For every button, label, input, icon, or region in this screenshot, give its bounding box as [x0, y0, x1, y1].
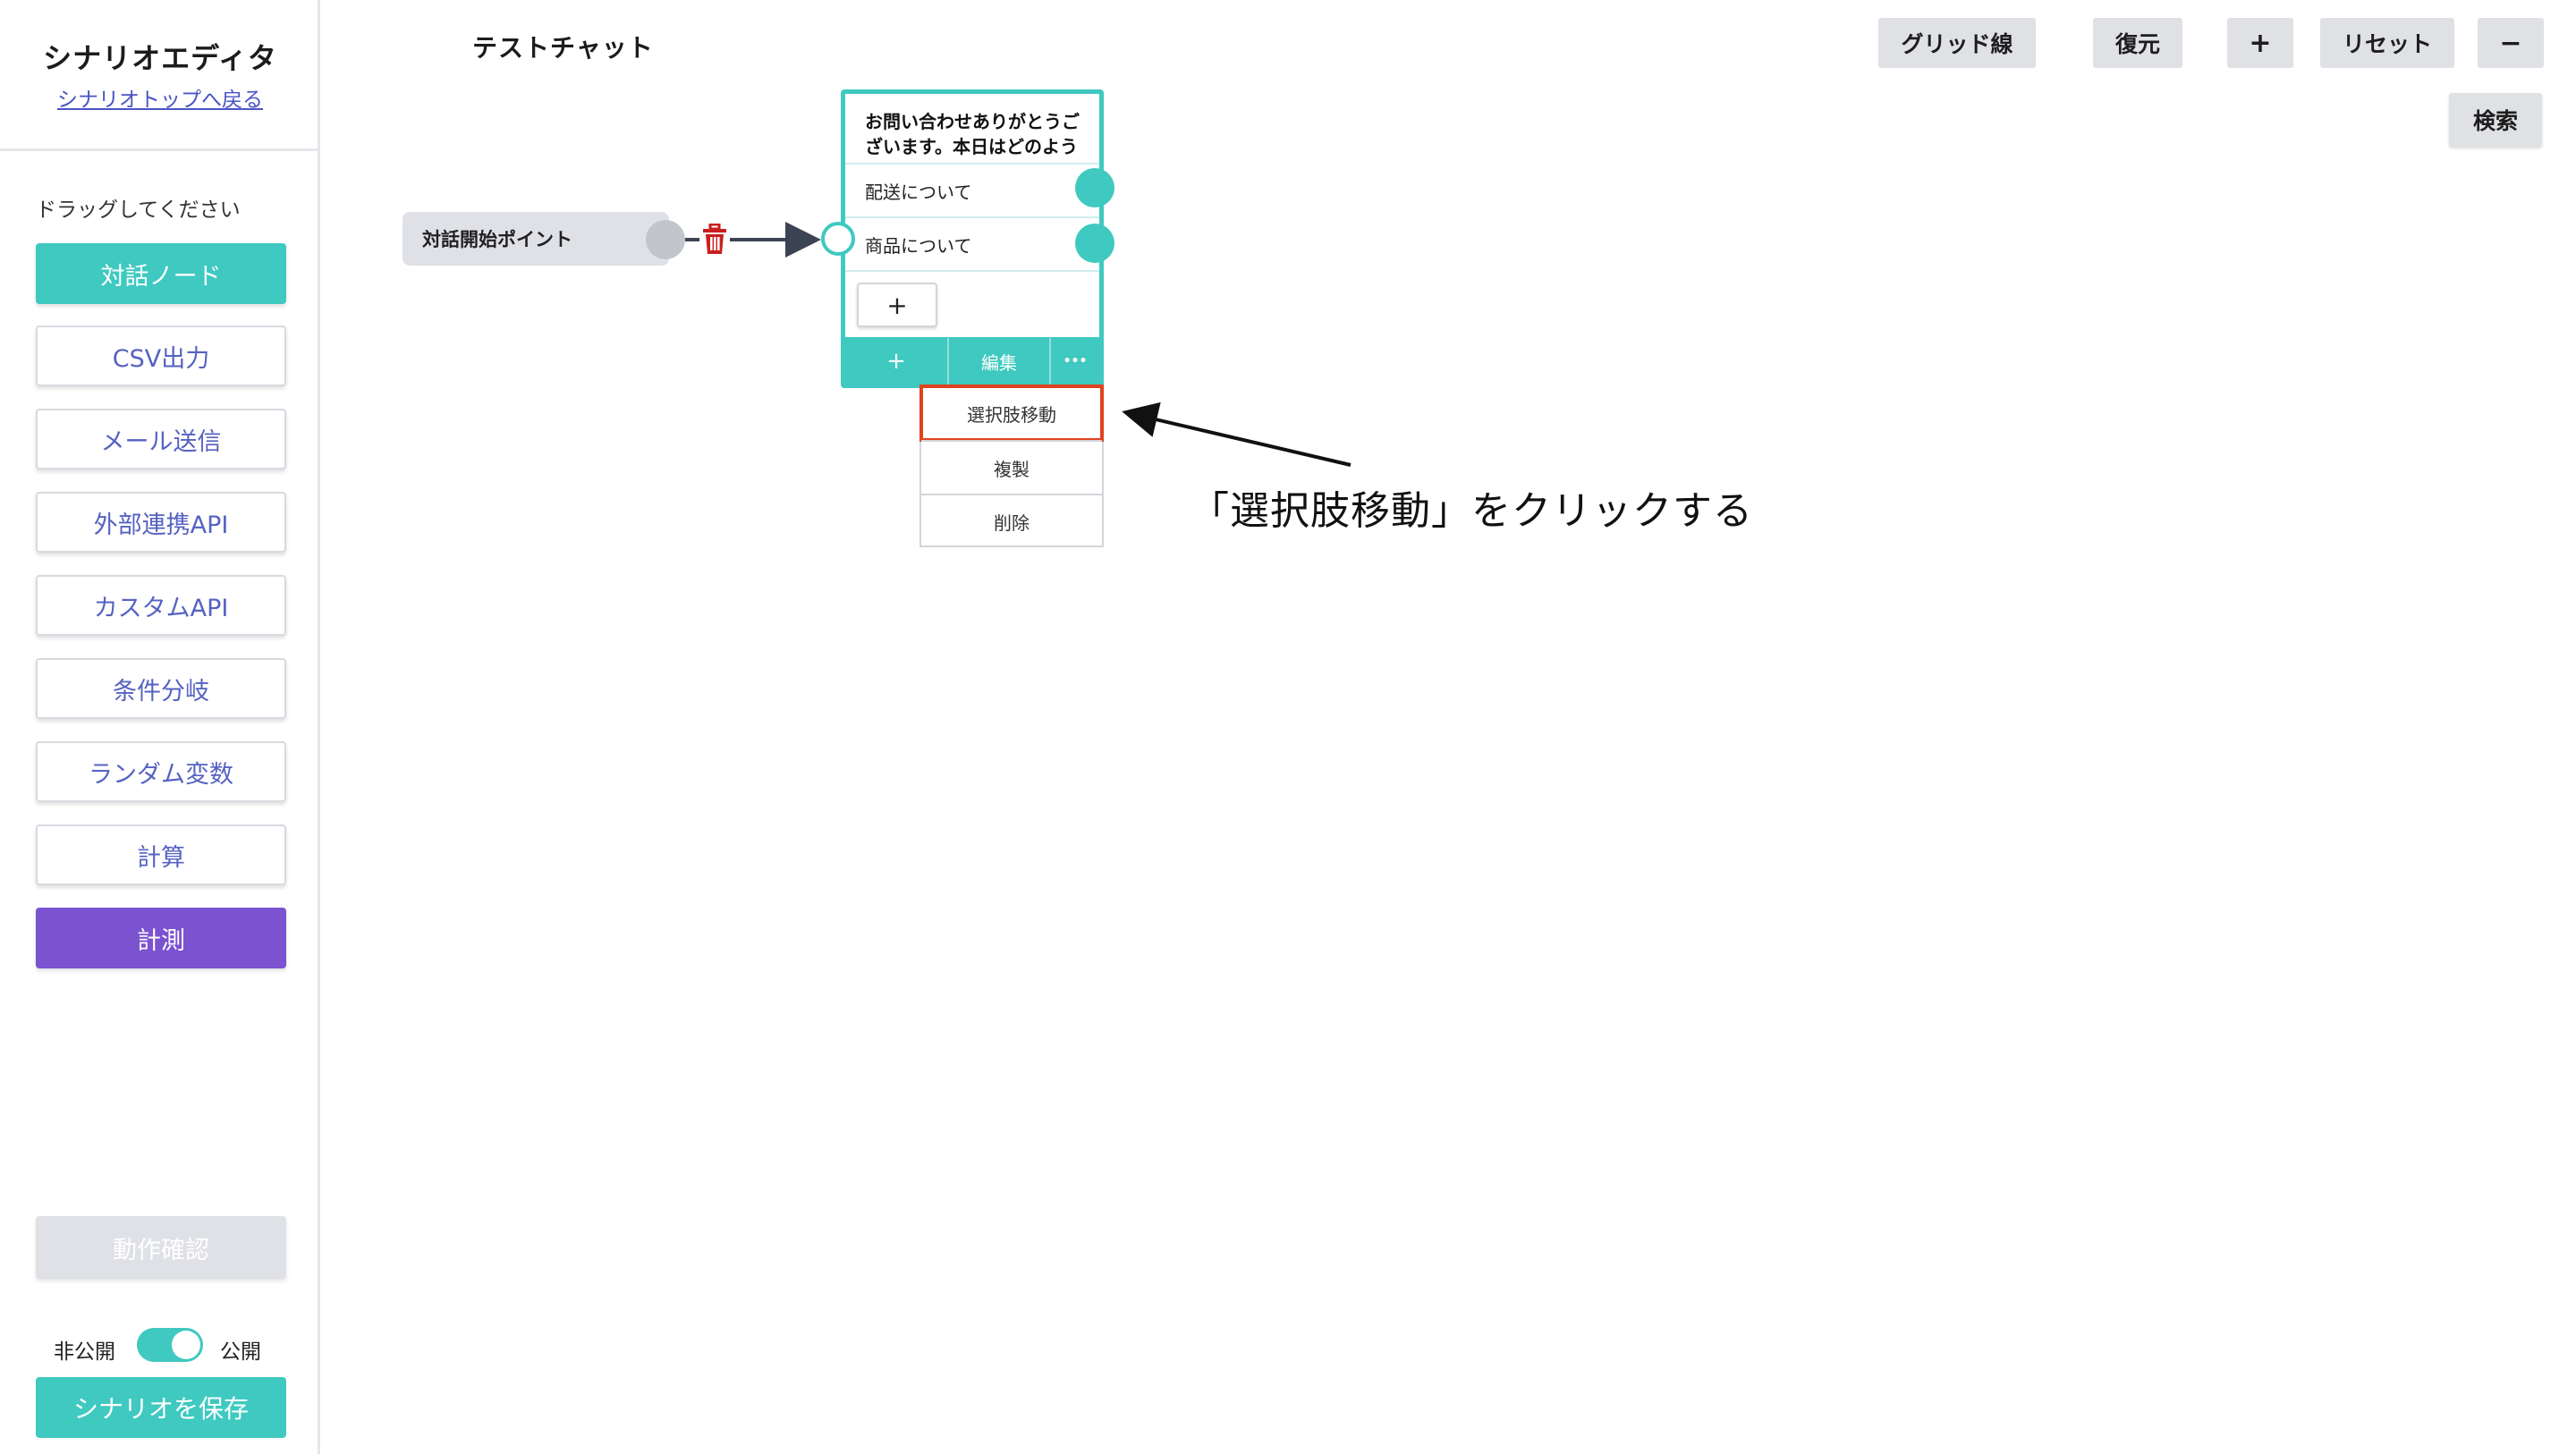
duplicate-menu-item[interactable]: 複製: [921, 440, 1102, 494]
annotation-arrow: [1122, 402, 1352, 467]
choice-label: 配送について: [865, 181, 972, 203]
choice-label: 商品について: [865, 234, 972, 257]
add-choice-button[interactable]: +: [857, 283, 937, 327]
delete-menu-item[interactable]: 削除: [921, 494, 1102, 547]
connector-layer: [685, 222, 1352, 467]
move-choice-menu-item[interactable]: 選択肢移動: [919, 385, 1104, 442]
node-input-handle[interactable]: [821, 222, 855, 256]
choice-item[interactable]: 配送について: [845, 163, 1099, 216]
footer-add-button[interactable]: +: [845, 338, 947, 385]
choice-handle[interactable]: [1075, 224, 1114, 263]
dialog-message: お問い合わせありがとうご ざいます。本日はどのよう: [865, 111, 1080, 157]
choice-item[interactable]: 商品について: [845, 216, 1099, 270]
node-footer: + 編集 •••: [845, 338, 1099, 385]
choice-handle[interactable]: [1075, 168, 1114, 207]
context-menu: 選択肢移動 複製 削除: [919, 385, 1104, 547]
more-options-icon[interactable]: •••: [1051, 338, 1099, 385]
instruction-annotation: 「選択肢移動」をクリックする: [1190, 488, 1753, 534]
footer-edit-button[interactable]: 編集: [949, 338, 1049, 385]
